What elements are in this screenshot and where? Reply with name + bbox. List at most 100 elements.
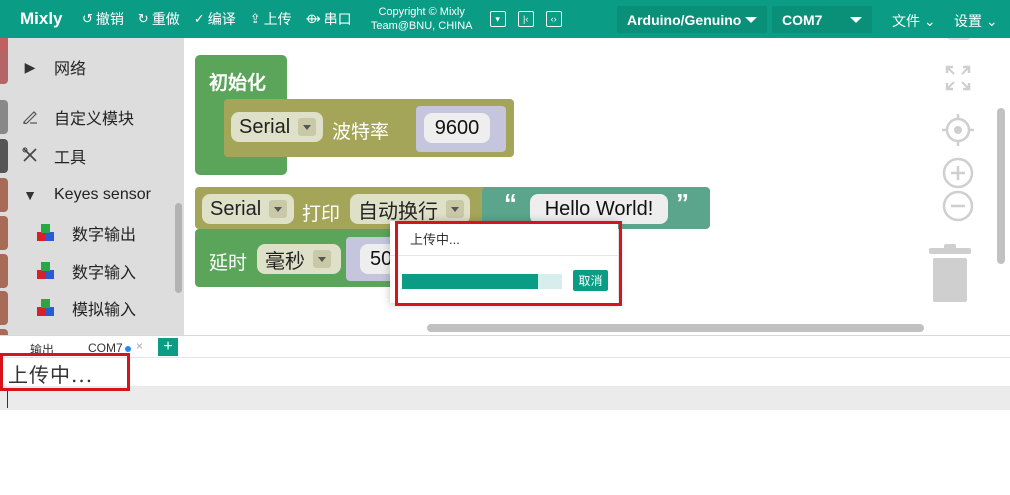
sidebar-scrollbar[interactable]	[175, 203, 182, 293]
sidebar-item-label: 数字输入	[72, 265, 137, 282]
sidebar-item-network[interactable]: ▶ 网络	[0, 48, 175, 86]
chevron-down-icon	[850, 17, 862, 23]
sidebar-item-keyes-sensor[interactable]: ▼ Keyes sensor	[0, 176, 175, 214]
workspace-top-handle	[944, 38, 974, 40]
output-current-line[interactable]	[0, 386, 1010, 410]
chevron-down-icon	[313, 250, 331, 268]
block-cube-icon	[37, 262, 55, 280]
category-color-bar	[0, 216, 8, 250]
sidebar-item-label: 网络	[54, 61, 87, 78]
usb-icon: ⟴	[305, 11, 321, 26]
file-menu[interactable]: 文件 ⌄	[892, 11, 936, 31]
print-text-input[interactable]: Hello World!	[530, 194, 668, 224]
expand-arrow-icon: ▶	[24, 58, 36, 75]
highlight-box-output	[0, 353, 130, 391]
block-category-sidebar: ▶ 网络 自定义模块 工具 ▼ Keyes sensor 数字输出 数字输入 模…	[0, 38, 184, 335]
app-brand: Mixly	[20, 9, 63, 28]
serial-label: 串口	[323, 11, 352, 27]
sidebar-item-label: 模拟输入	[72, 302, 137, 319]
baud-label: 波特率	[332, 122, 390, 143]
category-color-bar	[0, 50, 8, 84]
add-tab-button[interactable]: +	[158, 338, 178, 356]
category-color-bar	[0, 178, 8, 212]
undo-icon: ↺	[82, 11, 93, 26]
copyright-line2: Team@BNU, CHINA	[370, 20, 473, 32]
undo-button[interactable]: ↺ 撤销	[82, 9, 124, 29]
sidebar-item-custom-module[interactable]: 自定义模块	[0, 98, 175, 136]
copyright-line1: Copyright © Mixly	[378, 6, 465, 18]
sidebar-item-tools[interactable]: 工具	[0, 137, 175, 175]
toggle-sidebar-icon[interactable]: |‹	[517, 11, 534, 27]
serial-button[interactable]: ⟴ 串口	[306, 9, 352, 29]
category-color-bar	[0, 100, 8, 134]
serial-print-object-dropdown[interactable]: Serial	[202, 194, 294, 224]
compile-label: 编译	[207, 11, 236, 27]
board-select-value: Arduino/Genuino	[627, 11, 742, 28]
sidebar-item-label: 工具	[54, 150, 87, 167]
redo-button[interactable]: ↻ 重做	[138, 9, 180, 29]
block-cube-icon	[37, 224, 55, 242]
highlight-box-dialog	[395, 221, 622, 306]
mixly-app: Mixly ↺ 撤销 ↻ 重做 ✓ 编译 ⇪ 上传 ⟴ 串口 Copyright…	[0, 0, 1010, 495]
workspace-vertical-scrollbar[interactable]	[997, 108, 1005, 264]
workspace-horizontal-scrollbar[interactable]	[427, 324, 924, 332]
zoom-out-icon[interactable]	[941, 189, 975, 228]
settings-menu[interactable]: 设置 ⌄	[954, 11, 998, 31]
sidebar-subitem-digital-output[interactable]: 数字输出	[0, 214, 175, 252]
recenter-icon[interactable]	[941, 113, 975, 152]
chevron-down-icon	[298, 118, 317, 136]
settings-menu-label: 设置	[954, 13, 982, 29]
chevron-down-icon: ⌄	[982, 13, 998, 29]
sidebar-item-label: Keyes sensor	[54, 186, 151, 203]
board-select[interactable]: Arduino/Genuino	[617, 6, 767, 33]
upload-button[interactable]: ⇪ 上传	[250, 9, 292, 29]
redo-label: 重做	[151, 11, 180, 27]
check-icon: ✓	[193, 11, 205, 26]
chevron-down-icon	[745, 17, 757, 23]
tools-icon	[20, 147, 40, 166]
newline-mode-dropdown[interactable]: 自动换行	[350, 194, 470, 224]
baud-rate-input[interactable]: 9600	[424, 113, 490, 143]
newline-mode-value: 自动换行	[358, 200, 438, 223]
fullscreen-icon[interactable]	[944, 64, 972, 97]
trash-icon[interactable]	[928, 244, 972, 309]
status-dot-icon	[124, 345, 131, 352]
category-color-bar	[0, 291, 8, 325]
serial-object-dropdown[interactable]: Serial	[231, 112, 323, 142]
close-quote-icon: ”	[676, 188, 689, 218]
upload-icon: ⇪	[249, 11, 261, 26]
port-select[interactable]: COM7	[772, 6, 872, 33]
port-select-value: COM7	[782, 11, 823, 28]
serial-object-value: Serial	[239, 115, 291, 138]
chevron-down-icon	[446, 200, 464, 218]
sidebar-item-label: 自定义模块	[54, 111, 135, 128]
top-toolbar: Mixly ↺ 撤销 ↻ 重做 ✓ 编译 ⇪ 上传 ⟴ 串口 Copyright…	[0, 0, 1010, 38]
open-quote-icon: “	[504, 188, 517, 218]
sidebar-subitem-digital-input[interactable]: 数字输入	[0, 252, 175, 290]
collapse-arrow-icon: ▼	[23, 187, 37, 203]
undo-label: 撤销	[95, 11, 124, 27]
compile-button[interactable]: ✓ 编译	[194, 9, 236, 29]
sidebar-item-label: 数字输出	[72, 227, 137, 244]
output-panel: 输出 COM7 × + 上传中...	[0, 335, 1010, 495]
init-block-label: 初始化	[209, 73, 267, 94]
category-color-bar	[0, 254, 8, 288]
save-icon[interactable]: ▾	[489, 11, 506, 27]
pen-icon	[20, 108, 40, 127]
redo-icon: ↻	[137, 11, 149, 26]
block-cube-icon	[37, 299, 55, 317]
serial-print-object-value: Serial	[210, 197, 262, 220]
delay-label: 延时	[209, 253, 248, 274]
output-tabs: 输出 COM7 × +	[0, 336, 1010, 358]
sidebar-item-partial[interactable]	[0, 327, 175, 335]
sidebar-subitem-analog-input[interactable]: 模拟输入	[0, 289, 175, 327]
chevron-down-icon: ⌄	[920, 13, 936, 29]
delay-unit-dropdown[interactable]: 毫秒	[257, 244, 341, 274]
chevron-down-icon	[269, 200, 288, 218]
close-icon[interactable]: ×	[136, 339, 143, 353]
code-view-icon[interactable]: ‹›	[545, 11, 562, 27]
category-color-bar	[0, 139, 8, 173]
upload-label: 上传	[263, 11, 292, 27]
print-label: 打印	[302, 204, 341, 225]
copyright-text: Copyright © Mixly Team@BNU, CHINA	[366, 5, 478, 33]
